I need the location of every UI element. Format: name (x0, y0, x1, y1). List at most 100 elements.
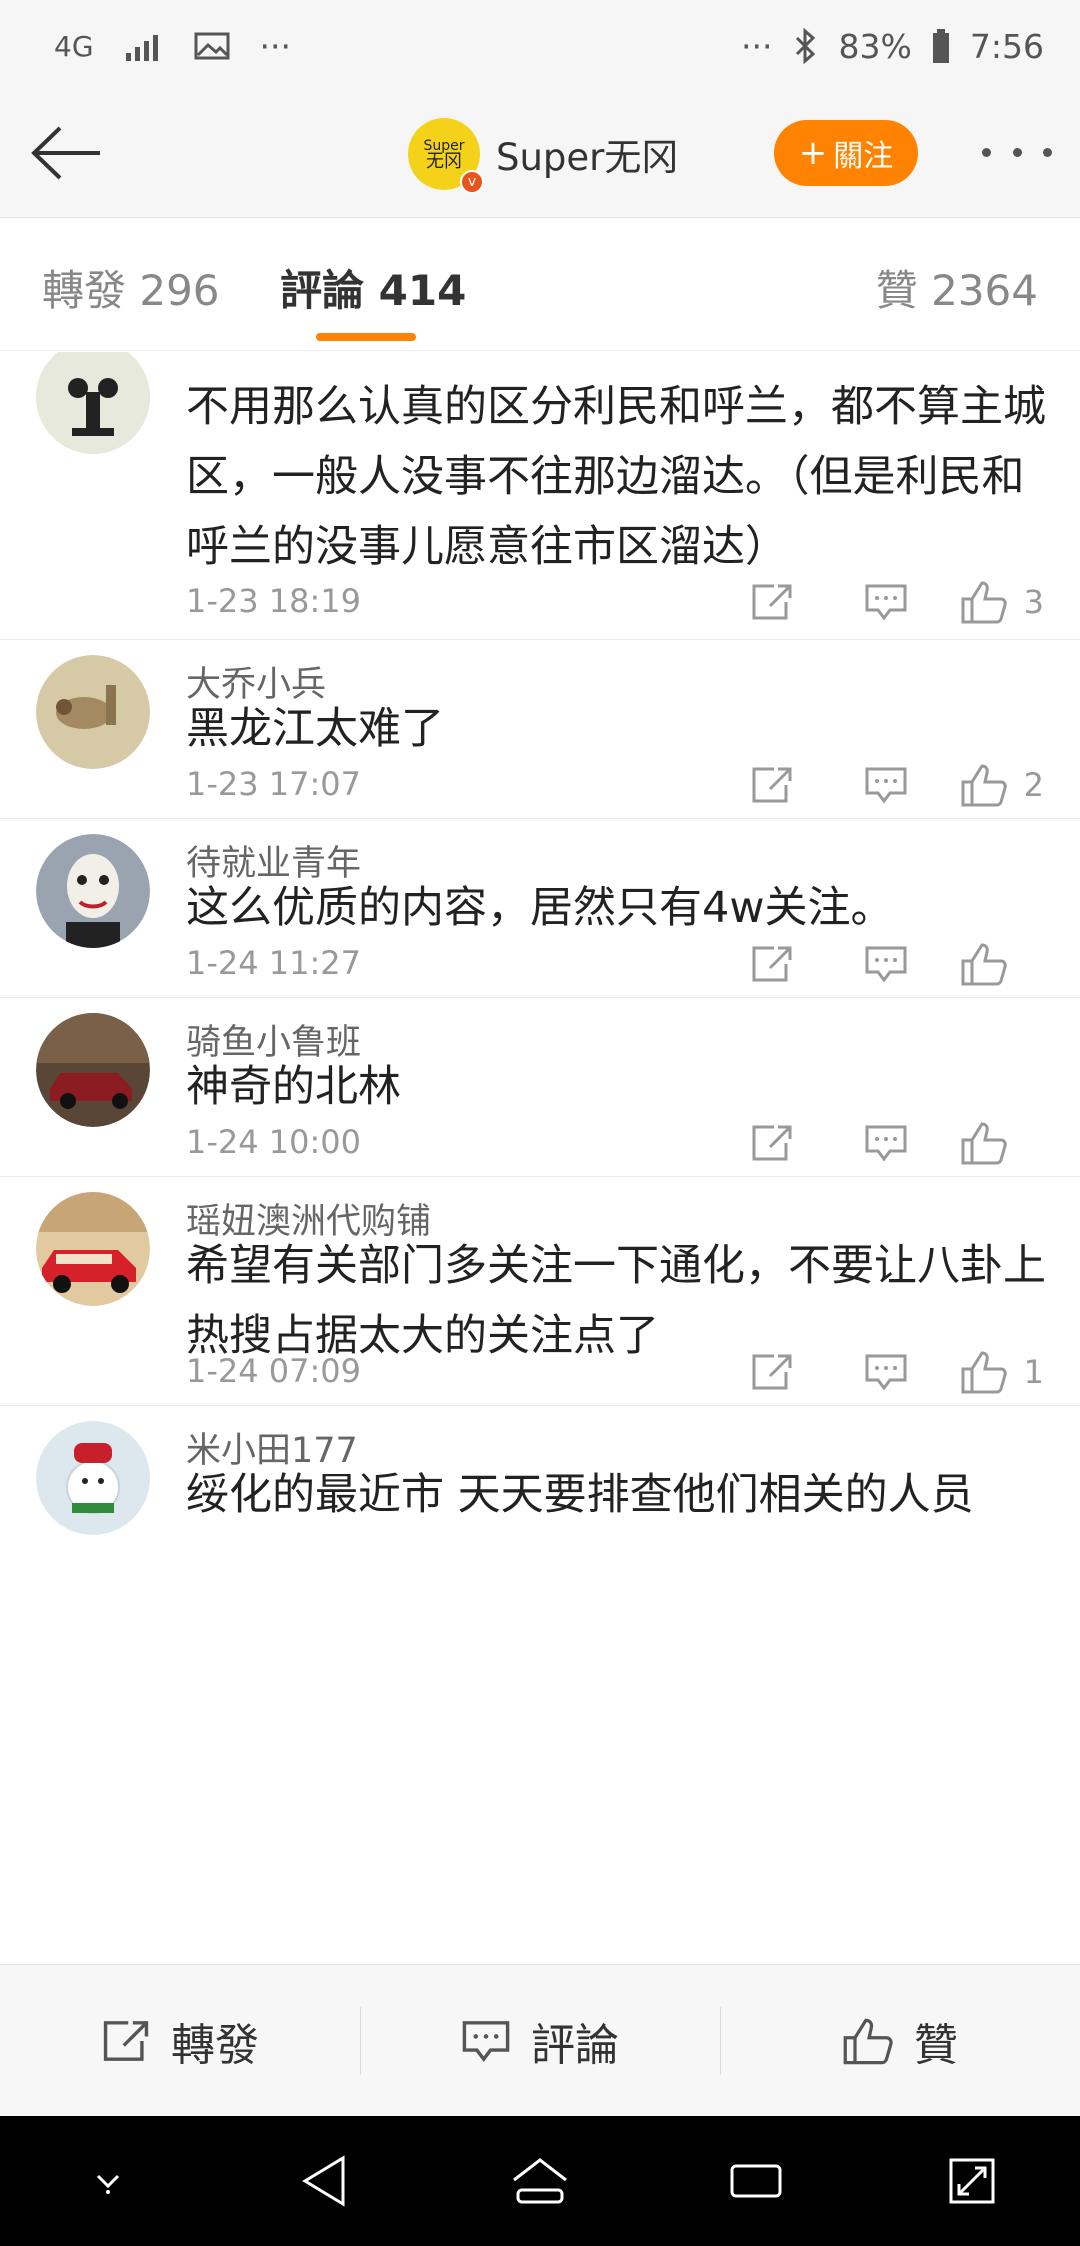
battery-icon (932, 29, 949, 63)
repost-button[interactable] (732, 934, 812, 994)
bluetooth-icon (795, 28, 815, 64)
user-avatar[interactable] (36, 1192, 150, 1306)
cartoon-figure-avatar (36, 352, 150, 454)
tab-likes[interactable]: 贊 2364 (876, 257, 1038, 318)
share-icon (752, 767, 792, 803)
comment-actions (732, 1113, 1044, 1173)
dot-icon (982, 147, 991, 157)
account-avatar[interactable]: Super 无冈 v (408, 118, 484, 194)
user-avatar[interactable] (36, 352, 150, 454)
reply-button[interactable] (846, 755, 926, 815)
comment-time: 1-24 11:27 (186, 944, 362, 982)
reply-button[interactable] (846, 1342, 926, 1402)
comment-text: 神奇的北林 (186, 1062, 401, 1112)
comment-icon (865, 1125, 907, 1162)
list-item: 骑鱼小鲁班 神奇的北林 1-24 10:00 (0, 998, 1080, 1177)
like-button[interactable]: 2 (960, 762, 1044, 808)
like-count: 1 (1023, 1353, 1044, 1391)
like-count: 3 (1023, 583, 1044, 621)
thumbs-up-icon (961, 581, 1007, 624)
user-avatar[interactable] (36, 1421, 150, 1535)
car-avatar (36, 1013, 150, 1127)
comment-list[interactable]: 不用那么认真的区分利民和呼兰，都不算主城区，一般人没事不往那边溜达。（但是利民和… (0, 352, 1080, 1964)
repost-button[interactable] (732, 1113, 812, 1173)
home-icon (513, 2158, 567, 2204)
repost-label: 轉發 (171, 2019, 259, 2071)
comment-icon (865, 1354, 907, 1391)
comment-icon (462, 2020, 510, 2062)
thumbs-up-icon (961, 1122, 1007, 1165)
comment-icon (865, 946, 907, 983)
like-button[interactable]: 1 (960, 1349, 1044, 1395)
share-icon (752, 1354, 792, 1390)
signal-icon (125, 35, 158, 61)
account-name[interactable]: Super无冈 (496, 127, 678, 181)
system-navigation-bar (0, 2116, 1080, 2246)
more-options-button[interactable] (982, 132, 1052, 172)
follow-button[interactable]: + 關注 (774, 120, 918, 186)
more-status: ··· (741, 26, 773, 66)
comment-action[interactable]: 評論 (360, 1965, 720, 2116)
like-button[interactable] (960, 1120, 1044, 1166)
list-item: 瑶妞澳洲代购铺 希望有关部门多关注一下通化，不要让八卦上热搜占据太大的关注点了 … (0, 1177, 1080, 1406)
triangle-back-icon (302, 2155, 345, 2207)
nav-home-button[interactable] (480, 2131, 600, 2231)
comment-text: 绥化的最近市 天天要排查他们相关的人员 (186, 1470, 974, 1520)
share-icon (752, 1125, 792, 1161)
clock: 7:56 (969, 26, 1044, 66)
chevron-down-icon (96, 2174, 120, 2194)
like-button[interactable] (960, 941, 1044, 987)
user-avatar[interactable] (36, 655, 150, 769)
like-count: 2 (1023, 766, 1044, 804)
repost-action[interactable]: 轉發 (0, 1965, 360, 2116)
dot-icon (1012, 147, 1022, 157)
recents-icon (730, 2164, 782, 2198)
comment-label: 評論 (531, 2019, 619, 2071)
mask-avatar (36, 834, 150, 948)
reply-button[interactable] (846, 934, 926, 994)
comment-icon (865, 584, 907, 621)
user-avatar[interactable] (36, 834, 150, 948)
user-avatar[interactable] (36, 1013, 150, 1127)
back-arrow-icon (31, 126, 100, 180)
dot-icon (1043, 147, 1052, 157)
expand-icon (949, 2158, 995, 2204)
back-button[interactable] (26, 118, 106, 188)
comment-time: 1-24 07:09 (186, 1352, 362, 1390)
comment-text: 黑龙江太难了 (186, 704, 444, 754)
account-brand[interactable]: Super 无冈 v Super无冈 (408, 118, 678, 194)
battery-percent: 83% (838, 26, 912, 66)
reply-button[interactable] (846, 572, 926, 632)
tab-reposts[interactable]: 轉發 296 (42, 257, 220, 318)
thumbs-up-icon (961, 1351, 1007, 1394)
list-item: 不用那么认真的区分利民和呼兰，都不算主城区，一般人没事不往那边溜达。（但是利民和… (0, 352, 1080, 640)
comment-actions: 1 (732, 1342, 1044, 1402)
red-car-avatar (36, 1192, 150, 1306)
thumbs-up-icon (843, 2018, 893, 2064)
like-button[interactable]: 3 (960, 579, 1044, 625)
tab-bar: 轉發 296 評論 414 贊 2364 (0, 219, 1080, 351)
status-bar: 4G ··· ··· 83% 7:56 (0, 0, 1080, 92)
like-action[interactable]: 贊 (720, 1965, 1080, 2116)
share-icon (752, 946, 792, 982)
repost-button[interactable] (732, 572, 812, 632)
repost-button[interactable] (732, 1342, 812, 1402)
comment-icon (865, 767, 907, 804)
verified-badge: v (460, 170, 484, 194)
more-notifications: ··· (259, 26, 291, 66)
comment-actions (732, 934, 1044, 994)
repost-button[interactable] (732, 755, 812, 815)
reply-button[interactable] (846, 1113, 926, 1173)
hide-nav-button[interactable] (48, 2131, 168, 2231)
logo-text-bottom: 无冈 (426, 151, 462, 172)
like-label: 贊 (914, 2019, 958, 2071)
active-tab-indicator (316, 333, 416, 341)
list-item: 米小田177 绥化的最近市 天天要排查他们相关的人员 (0, 1406, 1080, 1706)
tab-comments[interactable]: 評論 414 (280, 257, 466, 318)
list-item: 待就业青年 这么优质的内容，居然只有4w关注。 1-24 11:27 (0, 819, 1080, 998)
comment-text: 这么优质的内容，居然只有4w关注。 (186, 883, 894, 933)
rotate-screen-button[interactable] (912, 2131, 1032, 2231)
nav-recents-button[interactable] (696, 2131, 816, 2231)
nav-back-button[interactable] (264, 2131, 384, 2231)
comment-time: 1-23 17:07 (186, 765, 362, 803)
